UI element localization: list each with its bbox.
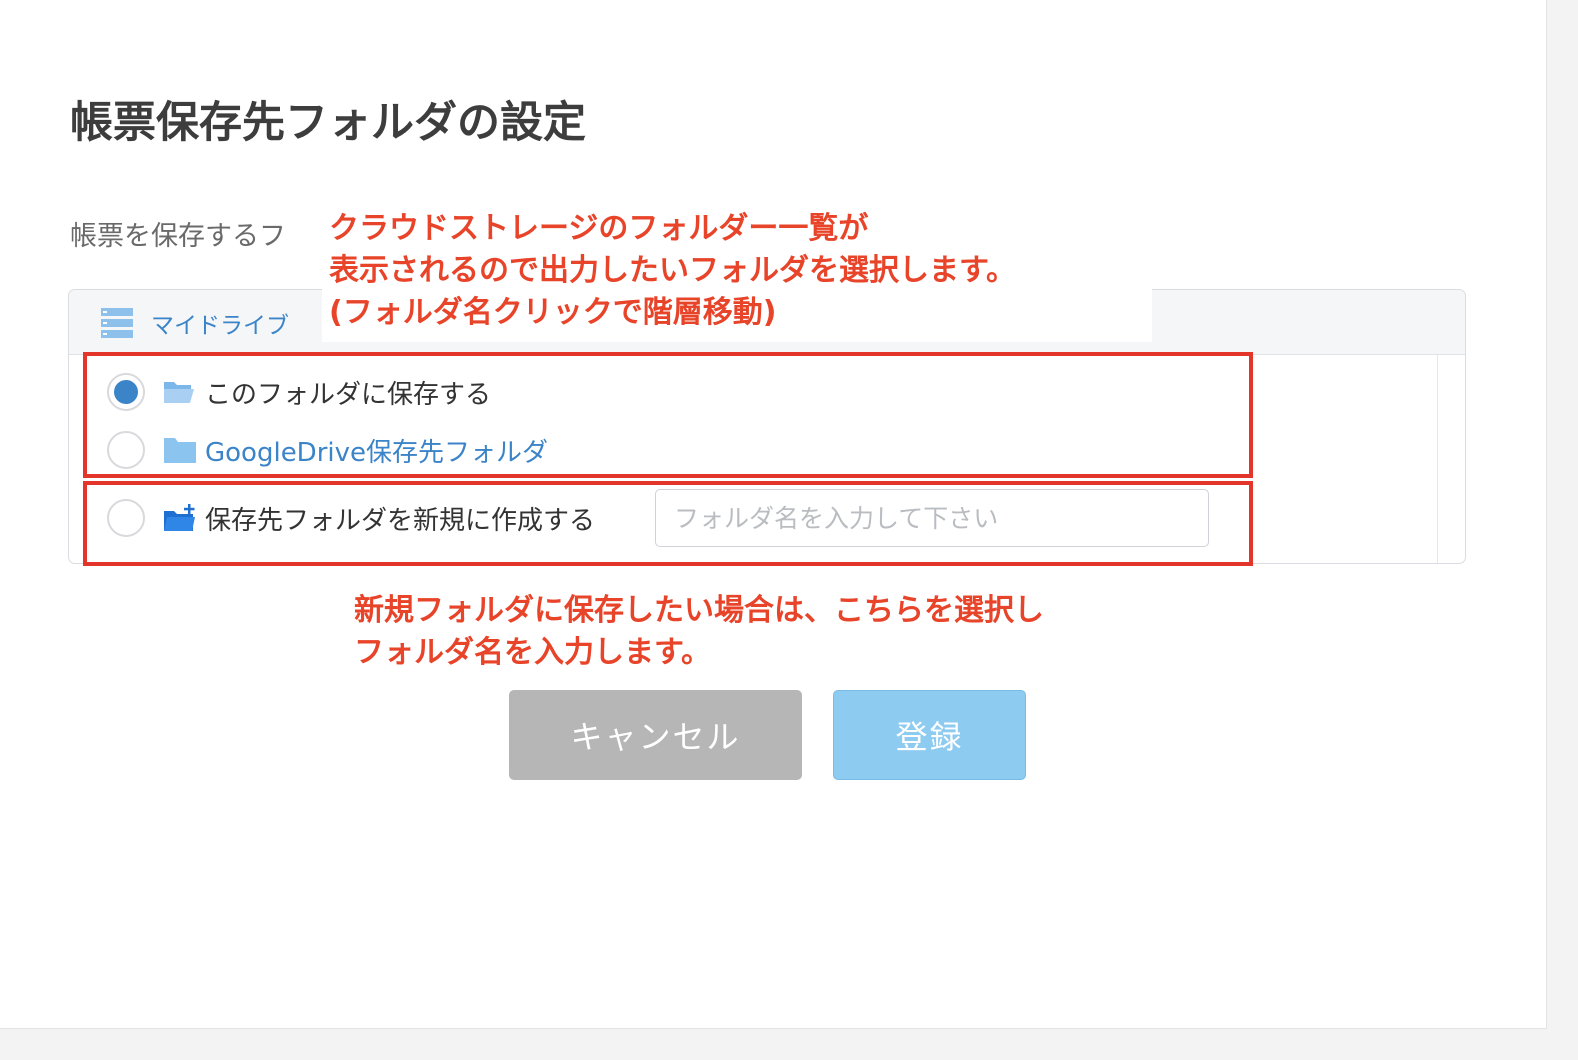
- annotation-line: クラウドストレージのフォルダー一覧が: [329, 211, 869, 246]
- annotation-line: フォルダ名を入力します。: [354, 635, 711, 670]
- drive-list-icon: [101, 308, 133, 338]
- annotation-new-folder: 新規フォルダに保存したい場合は、こちらを選択し フォルダ名を入力します。: [354, 590, 1044, 674]
- highlight-folder-list: [83, 352, 1253, 478]
- breadcrumb[interactable]: マイドライブ: [101, 306, 289, 340]
- cancel-button[interactable]: キャンセル: [509, 690, 802, 780]
- breadcrumb-root-label[interactable]: マイドライブ: [151, 306, 289, 340]
- page-description: 帳票を保存するフ: [70, 221, 286, 252]
- register-button[interactable]: 登録: [833, 690, 1026, 780]
- page-title: 帳票保存先フォルダの設定: [70, 98, 586, 148]
- scrollbar-track[interactable]: [1437, 354, 1438, 563]
- annotation-line: (フォルダ名クリックで階層移動): [329, 295, 777, 330]
- annotation-folder-list: クラウドストレージのフォルダー一覧が 表示されるので出力したいフォルダを選択しま…: [329, 208, 1016, 334]
- annotation-line: 新規フォルダに保存したい場合は、こちらを選択し: [354, 593, 1044, 628]
- highlight-new-folder: [83, 481, 1253, 566]
- page-background: 帳票保存先フォルダの設定 帳票を保存するフ マイドライブ このフォルダに保存する…: [0, 0, 1547, 1029]
- annotation-line: 表示されるので出力したいフォルダを選択します。: [329, 253, 1016, 288]
